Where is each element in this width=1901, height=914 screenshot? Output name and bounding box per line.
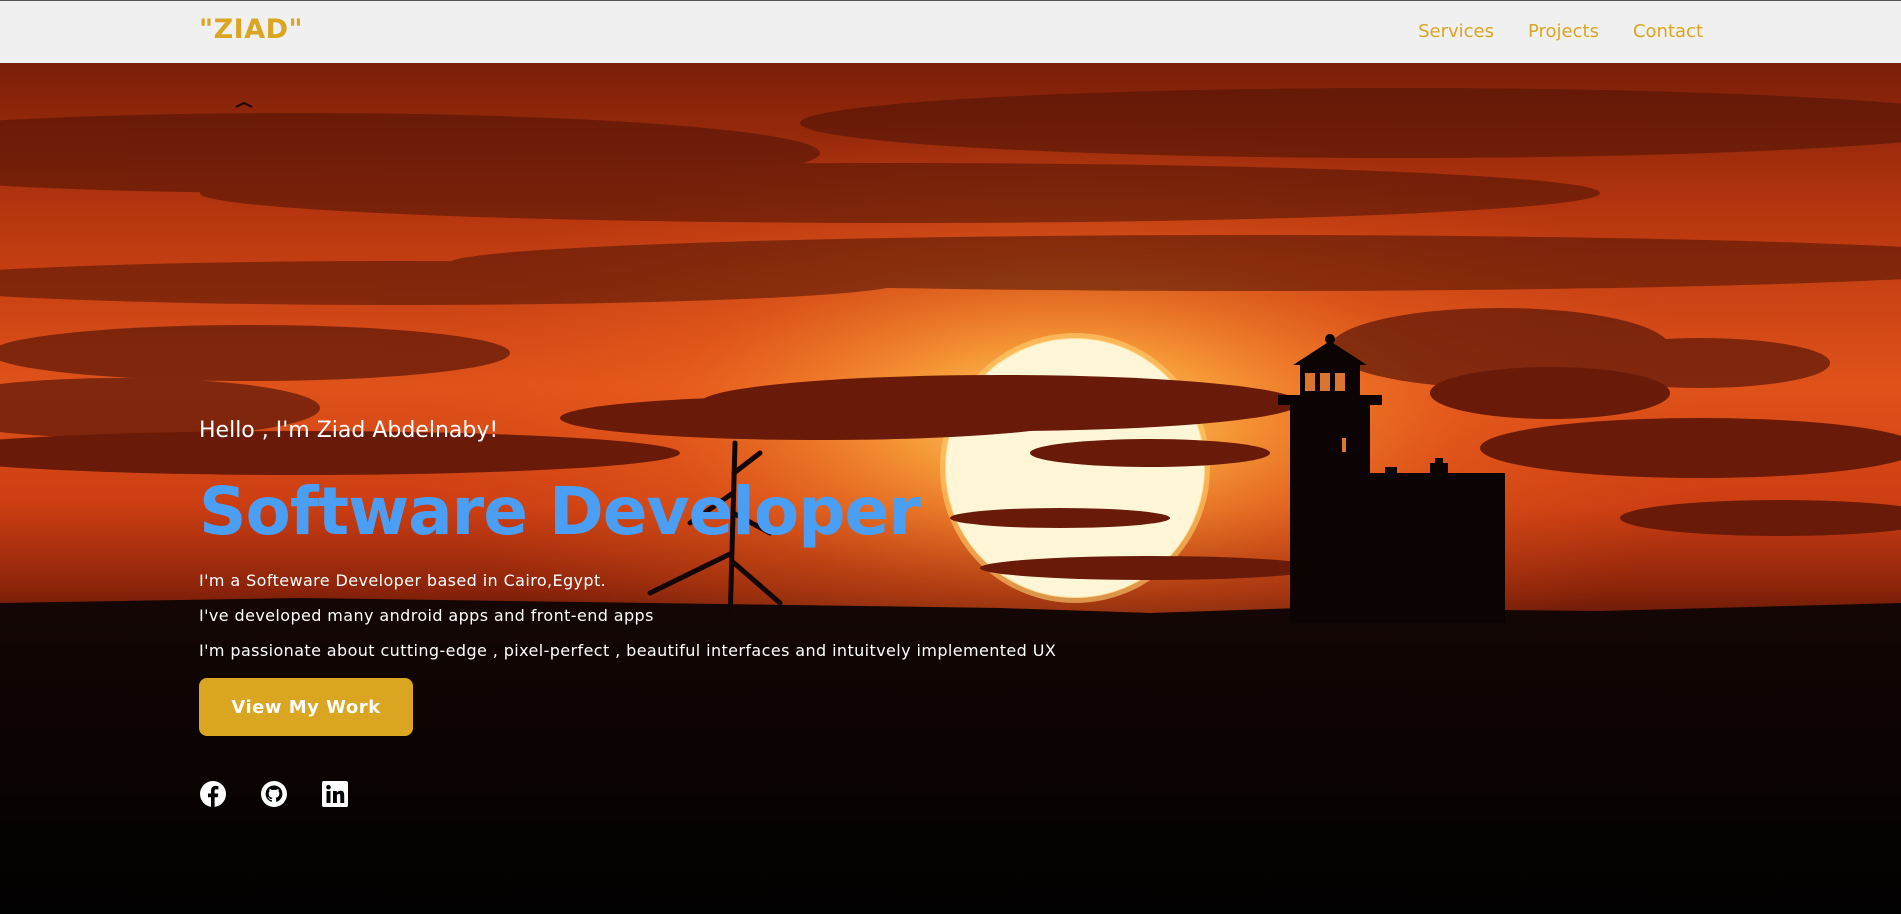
hero-description-line-1: I'm a Softeware Developer based in Cairo…: [199, 571, 607, 590]
social-links: [199, 780, 1499, 808]
facebook-icon[interactable]: [199, 780, 227, 808]
nav-links: Services Projects Contact: [1418, 21, 1703, 42]
brand-logo[interactable]: "ZIAD": [199, 14, 303, 45]
hero-greeting: Hello , I'm Ziad Abdelnaby!: [199, 418, 499, 443]
hero-description-line-3: I'm passionate about cutting-edge , pixe…: [199, 641, 1057, 660]
hero-title: Software Developer: [199, 473, 921, 550]
navbar: "ZIAD" Services Projects Contact: [0, 0, 1901, 63]
github-icon[interactable]: [260, 780, 288, 808]
nav-link-contact[interactable]: Contact: [1633, 21, 1703, 42]
linkedin-icon[interactable]: [321, 780, 349, 808]
hero-description-line-2: I've developed many android apps and fro…: [199, 606, 654, 625]
hero-content: Hello , I'm Ziad Abdelnaby! Software Dev…: [199, 418, 1499, 808]
nav-link-services[interactable]: Services: [1418, 21, 1494, 42]
hero-section: Hello , I'm Ziad Abdelnaby! Software Dev…: [0, 63, 1901, 914]
view-my-work-button[interactable]: View My Work: [199, 678, 413, 736]
nav-link-projects[interactable]: Projects: [1528, 21, 1599, 42]
